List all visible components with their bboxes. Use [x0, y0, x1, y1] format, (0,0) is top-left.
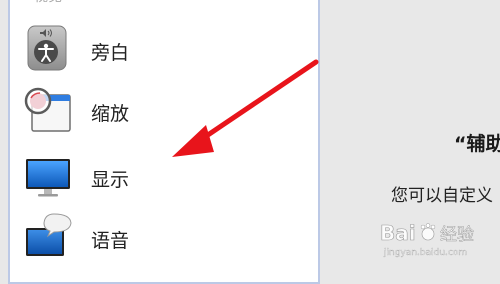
zoom-magnifier-icon [18, 85, 74, 137]
sidebar-item-zoom[interactable]: 缩放 [18, 85, 308, 137]
watermark-brand: 经验 [440, 225, 474, 245]
sidebar-item-label: 缩放 [91, 103, 130, 125]
sidebar-item-display[interactable]: 显示 [18, 151, 308, 203]
display-monitor-icon [18, 151, 74, 203]
sidebar-item-label: 显示 [91, 169, 130, 191]
paw-icon [420, 223, 436, 241]
sidebar-item-label: 语音 [91, 230, 130, 252]
pane-description: 您可以自定义 [391, 186, 493, 206]
sidebar-item-label: 旁白 [91, 42, 130, 64]
baidu-jingyan-watermark: Bai 经验 jingyan.baidu.com [378, 220, 498, 260]
sidebar-item-voiceover[interactable]: 旁白 [18, 24, 308, 76]
sidebar-item-speech[interactable]: 语音 [18, 212, 308, 264]
voiceover-accessibility-icon [18, 24, 74, 76]
speech-monitor-icon [18, 212, 74, 264]
section-header-vision: 视觉 [34, 0, 62, 6]
watermark-text: Bai [380, 221, 416, 245]
watermark-url: jingyan.baidu.com [383, 248, 467, 258]
pane-title: “辅助 [454, 133, 500, 155]
